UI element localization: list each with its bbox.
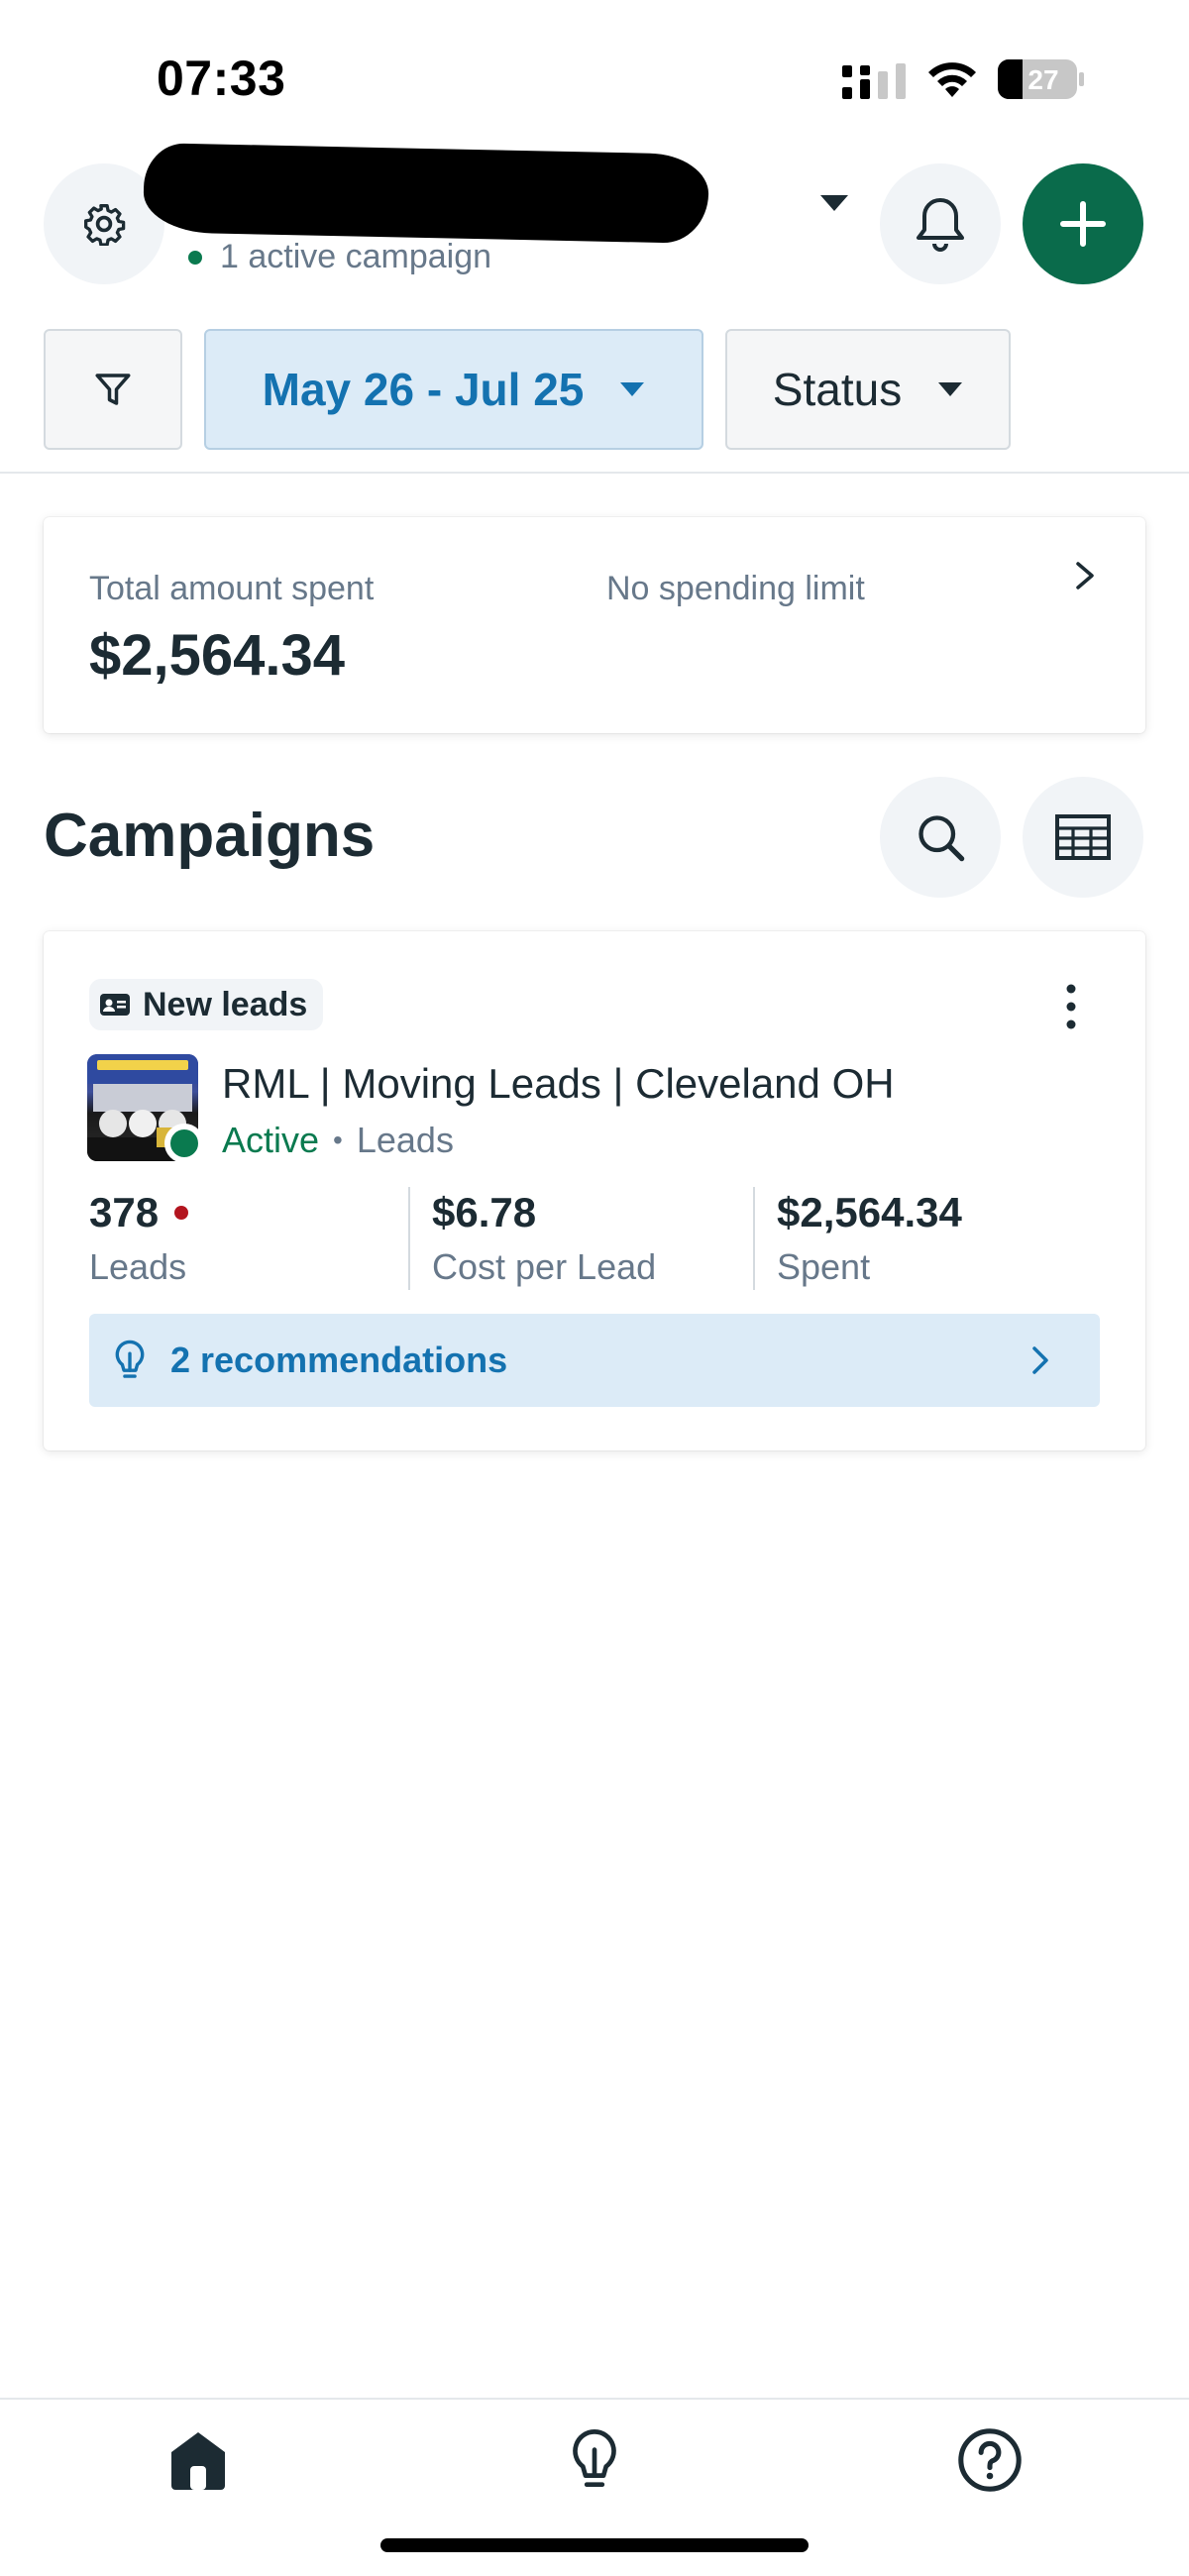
table-view-button[interactable]: [1023, 777, 1143, 898]
cellular-signal-icon: [842, 63, 906, 99]
cost-per-lead-label: Cost per Lead: [432, 1246, 657, 1287]
notifications-button[interactable]: [880, 163, 1001, 284]
metric-divider: [408, 1187, 410, 1290]
campaign-status: Active: [222, 1120, 320, 1160]
nav-help-button[interactable]: [955, 2425, 1025, 2495]
home-icon: [171, 2432, 225, 2490]
new-leads-label: New leads: [143, 985, 308, 1023]
spending-limit-label: No spending limit: [606, 570, 865, 607]
new-leads-indicator-dot: [174, 1206, 189, 1220]
leads-metric-label: Leads: [89, 1246, 187, 1287]
status-filter[interactable]: Status: [725, 329, 1011, 450]
gear-icon: [84, 204, 126, 246]
create-campaign-button[interactable]: [1023, 163, 1143, 284]
recommendations-label: 2 recommendations: [170, 1340, 508, 1380]
more-options-icon[interactable]: [1056, 981, 1086, 1032]
lightbulb-icon: [573, 2429, 616, 2488]
lightbulb-icon: [115, 1340, 145, 1378]
leads-metric-value: 378: [89, 1189, 189, 1236]
caret-down-icon: [938, 382, 963, 396]
plus-icon: [1060, 201, 1106, 247]
campaign-name[interactable]: RML | Moving Leads | Cleveland OH: [222, 1060, 895, 1108]
active-campaign-summary: 1 active campaign: [188, 238, 491, 276]
active-status-dot: [188, 250, 202, 265]
table-icon: [1055, 814, 1111, 860]
leads-count: 378: [89, 1189, 160, 1235]
total-spent-value: $2,564.34: [89, 623, 346, 688]
recommendations-button[interactable]: 2 recommendations: [89, 1314, 1100, 1407]
spent-metric-label: Spent: [777, 1246, 871, 1287]
battery-level: 27: [1027, 64, 1058, 95]
active-campaign-count: 1 active campaign: [220, 238, 492, 275]
total-spent-label: Total amount spent: [89, 570, 375, 607]
new-leads-badge: New leads: [89, 979, 324, 1030]
chevron-right-icon[interactable]: [1030, 1345, 1050, 1375]
date-range-label: May 26 - Jul 25: [262, 364, 585, 415]
nav-recommendations-button[interactable]: [560, 2425, 629, 2495]
search-icon: [919, 815, 965, 862]
section-title: Campaigns: [44, 802, 376, 870]
nav-home-button[interactable]: [163, 2425, 233, 2495]
campaign-status-line: Active • Leads: [222, 1120, 454, 1161]
wifi-icon: [928, 62, 976, 97]
cost-per-lead-value: $6.78: [432, 1189, 537, 1235]
bell-icon: [917, 198, 964, 252]
bottom-nav-divider: [0, 2398, 1189, 2400]
filter-icon: [95, 374, 131, 405]
section-divider: [0, 472, 1189, 474]
status-time: 07:33: [157, 51, 286, 106]
account-name-redacted[interactable]: [143, 143, 709, 244]
chevron-right-icon[interactable]: [1072, 561, 1098, 590]
home-indicator[interactable]: [380, 2538, 809, 2552]
lead-card-icon: [100, 994, 130, 1016]
filter-button[interactable]: [44, 329, 182, 450]
campaign-active-indicator: [164, 1124, 204, 1163]
battery-icon: 27: [998, 59, 1084, 99]
spent-metric-value: $2,564.34: [777, 1189, 962, 1235]
search-campaigns-button[interactable]: [880, 777, 1001, 898]
campaign-objective: Leads: [356, 1120, 454, 1160]
status-filter-label: Status: [772, 364, 903, 415]
help-icon: [958, 2428, 1022, 2492]
status-separator: •: [333, 1125, 343, 1155]
date-range-selector[interactable]: May 26 - Jul 25: [204, 329, 703, 450]
metric-divider: [753, 1187, 755, 1290]
caret-down-icon: [620, 382, 645, 396]
chevron-down-icon[interactable]: [818, 191, 850, 215]
